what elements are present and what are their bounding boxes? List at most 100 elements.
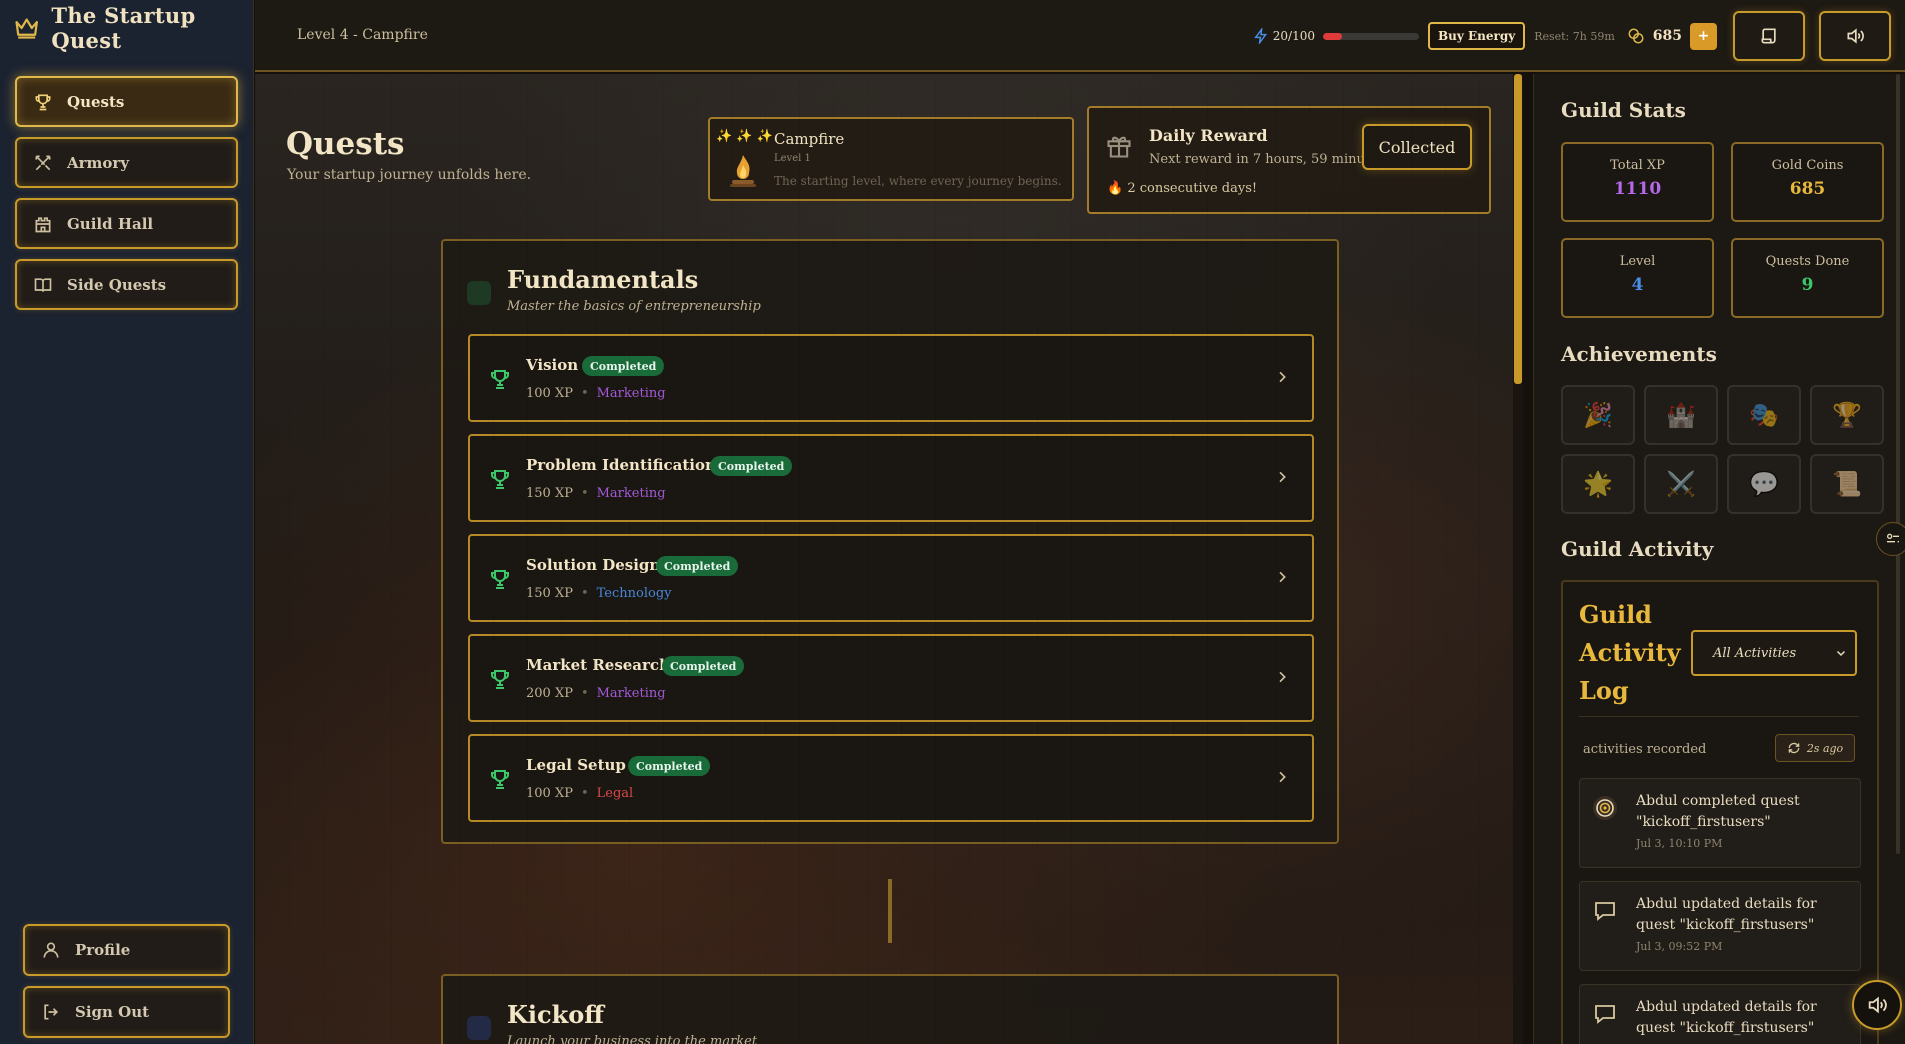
stat-label: Level: [1619, 254, 1656, 269]
user-icon: [43, 942, 59, 958]
section-subtitle: Master the basics of entrepreneurship: [507, 299, 761, 314]
quest-row-legal-setup[interactable]: Legal Setup Completed 100 XP • Legal: [468, 734, 1314, 822]
stat-value: 4: [1631, 275, 1644, 295]
activity-filter-select[interactable]: All Activities: [1691, 630, 1857, 676]
buy-energy-button[interactable]: Buy Energy: [1427, 22, 1526, 50]
trophy-icon: [491, 470, 509, 489]
panel-toggle-button[interactable]: [1876, 522, 1905, 556]
quest-meta: 150 XP • Technology: [526, 586, 672, 601]
main-content: Quests Your startup journey unfolds here…: [255, 74, 1523, 1044]
topbar: Level 4 - Campfire 20/100 Buy Energy Res…: [255, 0, 1905, 72]
sidebar-item-label: Armory: [67, 153, 130, 172]
achievement-scroll-icon[interactable]: 📜: [1810, 454, 1884, 514]
refresh-button[interactable]: 2s ago: [1775, 734, 1855, 762]
sidebar-item-guild-hall[interactable]: Guild Hall: [15, 198, 238, 249]
trophy-icon: [491, 570, 509, 589]
activity-time: Jul 3, 09:52 PM: [1636, 940, 1723, 953]
stat-gold-coins: Gold Coins 685: [1731, 142, 1884, 222]
refresh-icon: [1788, 742, 1800, 754]
energy-bar-fill: [1322, 32, 1343, 40]
swords-icon: [35, 155, 51, 170]
floating-audio-button[interactable]: [1852, 980, 1902, 1030]
achievement-masks-icon[interactable]: 🎭: [1727, 385, 1801, 445]
quest-meta: 200 XP • Marketing: [526, 686, 666, 701]
main-scrollbar[interactable]: [1513, 74, 1523, 1044]
page-title: Quests: [286, 126, 405, 162]
brand[interactable]: The Startup Quest: [0, 0, 253, 56]
activity-text: Abdul updated details for quest "kickoff…: [1636, 896, 1817, 933]
level-number: Level 1: [774, 153, 811, 164]
energy-reset-timer: Reset: 7h 59m: [1534, 29, 1615, 43]
scroll-button[interactable]: [1733, 11, 1805, 61]
quest-row-problem-identification[interactable]: Problem Identification Completed 150 XP •…: [468, 434, 1314, 522]
stat-value: 685: [1789, 179, 1826, 199]
quest-meta: 150 XP • Marketing: [526, 486, 666, 501]
sidebar-item-side-quests[interactable]: Side Quests: [15, 259, 238, 310]
quest-xp: 200 XP: [526, 686, 573, 701]
main-scrollbar-thumb[interactable]: [1514, 74, 1522, 384]
level-description: The starting level, where every journey …: [774, 174, 1062, 188]
section-fundamentals: Fundamentals Master the basics of entrep…: [441, 239, 1339, 844]
sound-button[interactable]: [1819, 11, 1891, 61]
activity-text: Abdul updated details for quest "kickoff…: [1636, 999, 1817, 1036]
achievement-star-icon[interactable]: 🌟: [1561, 454, 1635, 514]
daily-reward-card: Daily Reward Next reward in 7 hours, 59 …: [1087, 106, 1491, 214]
quest-row-solution-design[interactable]: Solution Design Completed 150 XP • Technol…: [468, 534, 1314, 622]
reward-countdown: Next reward in 7 hours, 59 minutes: [1149, 152, 1385, 167]
sidebar-item-armory[interactable]: Armory: [15, 137, 238, 188]
profile-button[interactable]: Profile: [23, 924, 230, 976]
stat-value: 9: [1801, 275, 1814, 295]
guild-stats-title: Guild Stats: [1561, 98, 1686, 122]
section-title: Fundamentals: [507, 265, 699, 294]
guild-panel: Guild Stats Total XP 1110 Gold Coins 685…: [1533, 74, 1905, 1044]
sign-out-button[interactable]: Sign Out: [23, 986, 230, 1038]
quest-xp: 150 XP: [526, 486, 573, 501]
reward-streak: 🔥 2 consecutive days!: [1107, 181, 1258, 196]
quest-row-vision-quest[interactable]: Vision Quest Completed 100 XP • Marketing: [468, 334, 1314, 422]
sidebar-item-quests[interactable]: Quests: [15, 76, 238, 127]
status-badge: Completed: [628, 756, 711, 776]
app-title: The Startup Quest: [51, 3, 196, 53]
guild-activity-title: Guild Activity: [1561, 537, 1714, 561]
status-badge: Completed: [656, 556, 739, 576]
achievement-speech-icon[interactable]: 💬: [1727, 454, 1801, 514]
chevron-down-icon: [1836, 650, 1846, 657]
achievement-party-icon[interactable]: 🎉: [1561, 385, 1635, 445]
chat-icon: [1595, 1005, 1615, 1024]
guild-panel-scrollbar[interactable]: [1896, 74, 1900, 854]
activity-log-title: Guild Activity Log: [1579, 600, 1681, 705]
quest-meta: 100 XP • Marketing: [526, 386, 666, 401]
quest-meta: 100 XP • Legal: [526, 786, 634, 801]
sidebar-bottom: Profile Sign Out: [23, 924, 230, 1038]
stat-level: Level 4: [1561, 238, 1714, 318]
reward-title: Daily Reward: [1149, 126, 1268, 145]
achievement-castle-icon[interactable]: 🏰: [1644, 385, 1718, 445]
gift-icon: [1107, 136, 1131, 158]
current-level-card: ✨ ✨ ✨ Campfire Level 1 The starting leve…: [708, 117, 1074, 201]
chevron-right-icon: [1279, 471, 1286, 483]
sign-out-label: Sign Out: [75, 1003, 150, 1021]
buy-coins-button[interactable]: +: [1690, 22, 1717, 50]
achievement-trophy-icon[interactable]: 🏆: [1810, 385, 1884, 445]
activity-log: Guild Activity Log All Activities activi…: [1561, 580, 1879, 1044]
chevron-right-icon: [1279, 671, 1286, 683]
activity-item: Abdul completed quest "kickoff_firstuser…: [1579, 778, 1861, 868]
quest-name: Problem Identification: [526, 456, 716, 474]
stat-value: 1110: [1613, 179, 1662, 199]
section-connector: [888, 879, 892, 943]
stat-label: Quests Done: [1765, 254, 1850, 269]
chevron-right-icon: [1279, 371, 1286, 383]
target-icon: [1593, 796, 1617, 820]
trophy-icon: [491, 770, 509, 789]
divider: [1579, 716, 1859, 717]
sidebar-nav: Quests Armory Guild Hall Side Quests: [0, 56, 253, 310]
quest-category: Marketing: [596, 486, 666, 501]
quest-row-market-research[interactable]: Market Research Completed 200 XP • Marketi…: [468, 634, 1314, 722]
quest-name: Market Research: [526, 656, 670, 674]
status-badge: Completed: [582, 356, 665, 376]
section-indicator: [467, 281, 491, 305]
achievements-title: Achievements: [1561, 342, 1717, 366]
collected-button[interactable]: Collected: [1362, 124, 1472, 170]
quest-category: Legal: [596, 786, 634, 801]
achievement-swords-icon[interactable]: ⚔️: [1644, 454, 1718, 514]
